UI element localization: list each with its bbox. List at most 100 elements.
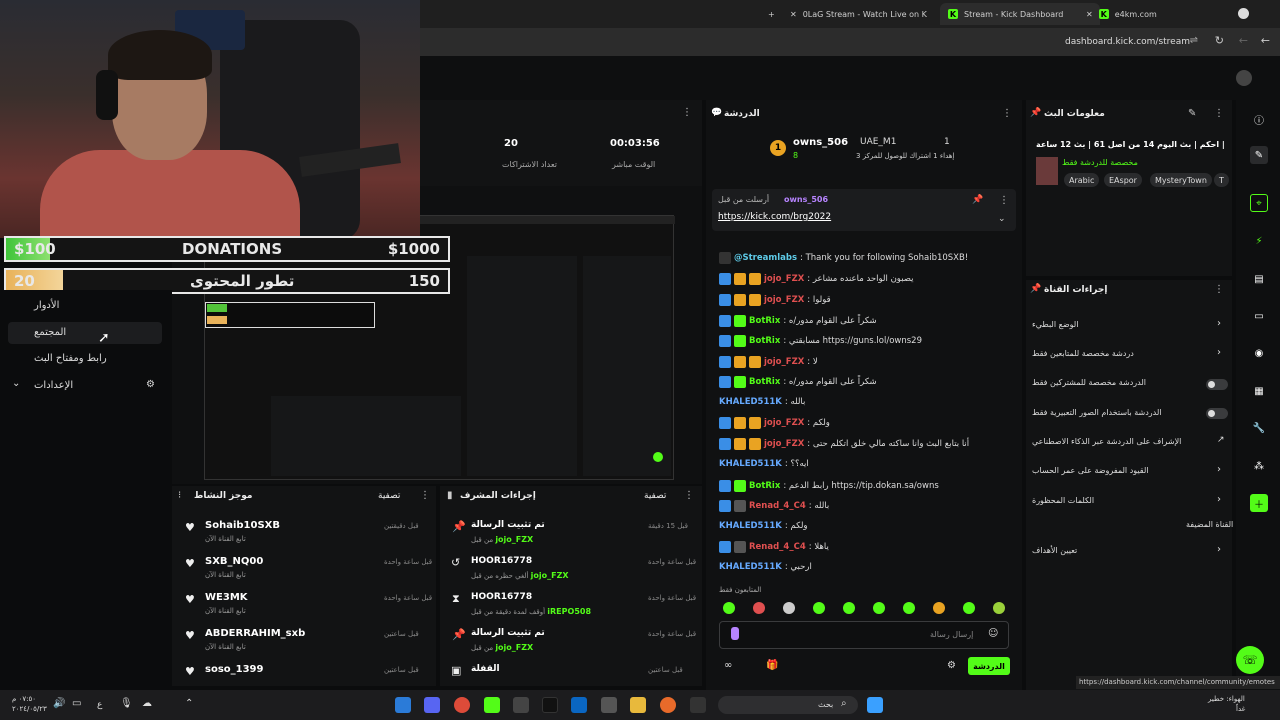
reload-icon[interactable]: ↻ bbox=[1215, 34, 1224, 47]
broadcast-icon[interactable]: ◉ bbox=[1250, 344, 1268, 362]
chat-username[interactable]: jojo_FZX bbox=[764, 439, 804, 449]
tag-chip[interactable]: EAspor bbox=[1104, 173, 1142, 187]
pin-icon[interactable]: ▮ bbox=[447, 490, 453, 501]
channel-action-ai-moderation[interactable]: الإشراف على الدردشة عبر الذكاء الاصطناعي bbox=[1032, 437, 1181, 446]
taskbar-search[interactable] bbox=[718, 696, 858, 714]
more-icon[interactable]: ⋮ bbox=[684, 490, 694, 501]
chat-username[interactable]: BotRix bbox=[749, 481, 780, 491]
forward-icon[interactable]: ← bbox=[1261, 34, 1270, 47]
close-icon[interactable]: ✕ bbox=[790, 10, 797, 19]
support-icon[interactable]: ☏ bbox=[1236, 646, 1264, 674]
clip-icon[interactable]: ⌖ bbox=[1250, 194, 1268, 212]
chat-username[interactable]: jojo_FZX bbox=[764, 418, 804, 428]
mod-action-user[interactable]: jojo_FZX bbox=[495, 643, 533, 652]
capcut-icon[interactable] bbox=[513, 697, 529, 713]
chat-username[interactable]: jojo_FZX bbox=[764, 274, 804, 284]
bolt-icon[interactable]: ⚡ bbox=[1250, 232, 1268, 250]
pin-icon[interactable]: 📌 bbox=[1030, 108, 1041, 118]
avatar[interactable] bbox=[1236, 70, 1252, 86]
chat-username[interactable]: KHALED511K bbox=[719, 521, 782, 531]
clock-date[interactable]: ٢٠٢٤/٠٥/٢٣ bbox=[12, 705, 47, 713]
back-icon[interactable]: ← bbox=[1239, 34, 1248, 47]
emote-icon[interactable] bbox=[903, 602, 915, 614]
kick-app-icon[interactable] bbox=[484, 697, 500, 713]
wrench-icon[interactable]: 🔧 bbox=[1250, 419, 1268, 437]
chat-username[interactable]: @Streamlabs bbox=[734, 253, 797, 263]
nav-community[interactable]: المجتمع bbox=[34, 327, 66, 338]
tab-kick-dashboard[interactable]: K Stream - Kick Dashboard bbox=[940, 3, 1100, 25]
volume-icon[interactable]: 🔊 bbox=[53, 698, 65, 709]
chevron-right-icon[interactable]: › bbox=[1217, 544, 1221, 555]
chat-username[interactable]: Renad_4_C4 bbox=[749, 542, 806, 552]
tag-chip[interactable]: T bbox=[1214, 173, 1229, 187]
chevron-right-icon[interactable]: › bbox=[1217, 494, 1221, 505]
tag-chip[interactable]: MysteryTown bbox=[1150, 173, 1212, 187]
monitor-icon[interactable]: ▭ bbox=[72, 698, 81, 709]
subscribers-only-toggle[interactable] bbox=[1206, 379, 1228, 390]
more-icon[interactable]: ⋮ bbox=[682, 107, 692, 118]
chevron-up-icon[interactable]: ⌃ bbox=[185, 698, 193, 709]
emote-icon[interactable] bbox=[963, 602, 975, 614]
share-icon[interactable]: ⁂ bbox=[1250, 457, 1268, 475]
pinned-link[interactable]: https://kick.com/brg2022 bbox=[718, 212, 831, 222]
chevron-down-icon[interactable]: ⌄ bbox=[12, 378, 20, 389]
emote-icon[interactable] bbox=[813, 602, 825, 614]
pin-icon[interactable]: 📌 bbox=[972, 195, 983, 205]
emotes-only-toggle[interactable] bbox=[1206, 408, 1228, 419]
emote-icon[interactable] bbox=[723, 602, 735, 614]
nav-settings[interactable]: الإعدادات bbox=[34, 380, 73, 391]
address-bar[interactable]: dashboard.kick.com/stream ⇌ ↻ ← ← bbox=[420, 28, 1280, 56]
tab-kick-stream[interactable]: ✕ 0LaG Stream - Watch Live on K K bbox=[782, 3, 932, 25]
more-icon[interactable]: ⋮ bbox=[420, 490, 430, 501]
outlook-icon[interactable] bbox=[571, 697, 587, 713]
store-icon[interactable] bbox=[601, 697, 617, 713]
channel-action-set-goals[interactable]: تعيين الأهداف bbox=[1032, 546, 1077, 555]
nav-community-highlight[interactable] bbox=[8, 322, 162, 344]
profile-icon[interactable] bbox=[1238, 8, 1249, 19]
tune-icon[interactable]: ⇌ bbox=[1190, 35, 1198, 46]
chat-username[interactable]: KHALED511K bbox=[719, 459, 782, 469]
top-gifter-1[interactable]: owns_506 bbox=[793, 137, 848, 148]
emote-icon[interactable] bbox=[993, 602, 1005, 614]
activity-filter[interactable]: تصفية bbox=[378, 491, 400, 501]
chevron-down-icon[interactable]: ⌄ bbox=[998, 214, 1006, 224]
pinned-by-user-name[interactable]: owns_506 bbox=[784, 195, 828, 204]
channel-action-slow-mode[interactable]: الوضع البطيء bbox=[1032, 320, 1078, 329]
cloud-icon[interactable]: ☁ bbox=[142, 698, 152, 709]
tab-e4km[interactable]: ✕ K e4km.com bbox=[1078, 3, 1198, 25]
mod-action-user[interactable]: iREPO508 bbox=[547, 607, 591, 616]
clock-time[interactable]: ٠٧:٥٠ م bbox=[12, 695, 36, 703]
tiktok-icon[interactable] bbox=[542, 697, 558, 713]
mod-actions-filter[interactable]: تصفية bbox=[644, 491, 666, 501]
more-icon[interactable]: ⋮ bbox=[1214, 108, 1224, 119]
firefox-icon[interactable] bbox=[660, 697, 676, 713]
discord-icon[interactable] bbox=[424, 697, 440, 713]
chat-username[interactable]: jojo_FZX bbox=[764, 357, 804, 367]
channel-action-account-age[interactable]: القيود المفروضة على عمر الحساب bbox=[1032, 466, 1149, 475]
tag-chip[interactable]: Arabic bbox=[1064, 173, 1100, 187]
more-icon[interactable]: ⋮ bbox=[1214, 284, 1224, 295]
url-text[interactable]: dashboard.kick.com/stream bbox=[1065, 37, 1190, 47]
windows-start-icon[interactable] bbox=[867, 697, 883, 713]
gear-icon[interactable]: ⚙ bbox=[947, 660, 956, 671]
language-indicator[interactable]: ع bbox=[97, 700, 102, 710]
chat-username[interactable]: KHALED511K bbox=[719, 397, 782, 407]
emoji-icon[interactable]: ☺ bbox=[988, 628, 998, 639]
chat-username[interactable]: jojo_FZX bbox=[764, 295, 804, 305]
chevron-right-icon[interactable]: › bbox=[1217, 347, 1221, 358]
top-gifter-2[interactable]: UAE_M1 bbox=[860, 137, 896, 147]
chrome-icon[interactable] bbox=[454, 697, 470, 713]
folder-icon[interactable] bbox=[630, 697, 646, 713]
emote-icon[interactable] bbox=[873, 602, 885, 614]
channel-action-banned-words[interactable]: الكلمات المحظورة bbox=[1032, 496, 1094, 505]
edit-icon[interactable]: ✎ bbox=[1188, 108, 1196, 119]
stream-category[interactable]: مخصصة للدردشة فقط bbox=[1062, 158, 1138, 167]
mod-action-user[interactable]: jojo_FZX bbox=[495, 535, 533, 544]
chat-icon[interactable]: ▭ bbox=[1250, 307, 1268, 325]
card-icon[interactable]: ▤ bbox=[1250, 270, 1268, 288]
infinity-icon[interactable]: ∞ bbox=[724, 660, 732, 671]
edit-icon[interactable]: ✎ bbox=[1250, 146, 1268, 164]
emote-icon[interactable] bbox=[933, 602, 945, 614]
gift-icon[interactable]: 🎁 bbox=[766, 660, 778, 671]
weather-text[interactable]: الهواء: خطير bbox=[1208, 695, 1245, 703]
